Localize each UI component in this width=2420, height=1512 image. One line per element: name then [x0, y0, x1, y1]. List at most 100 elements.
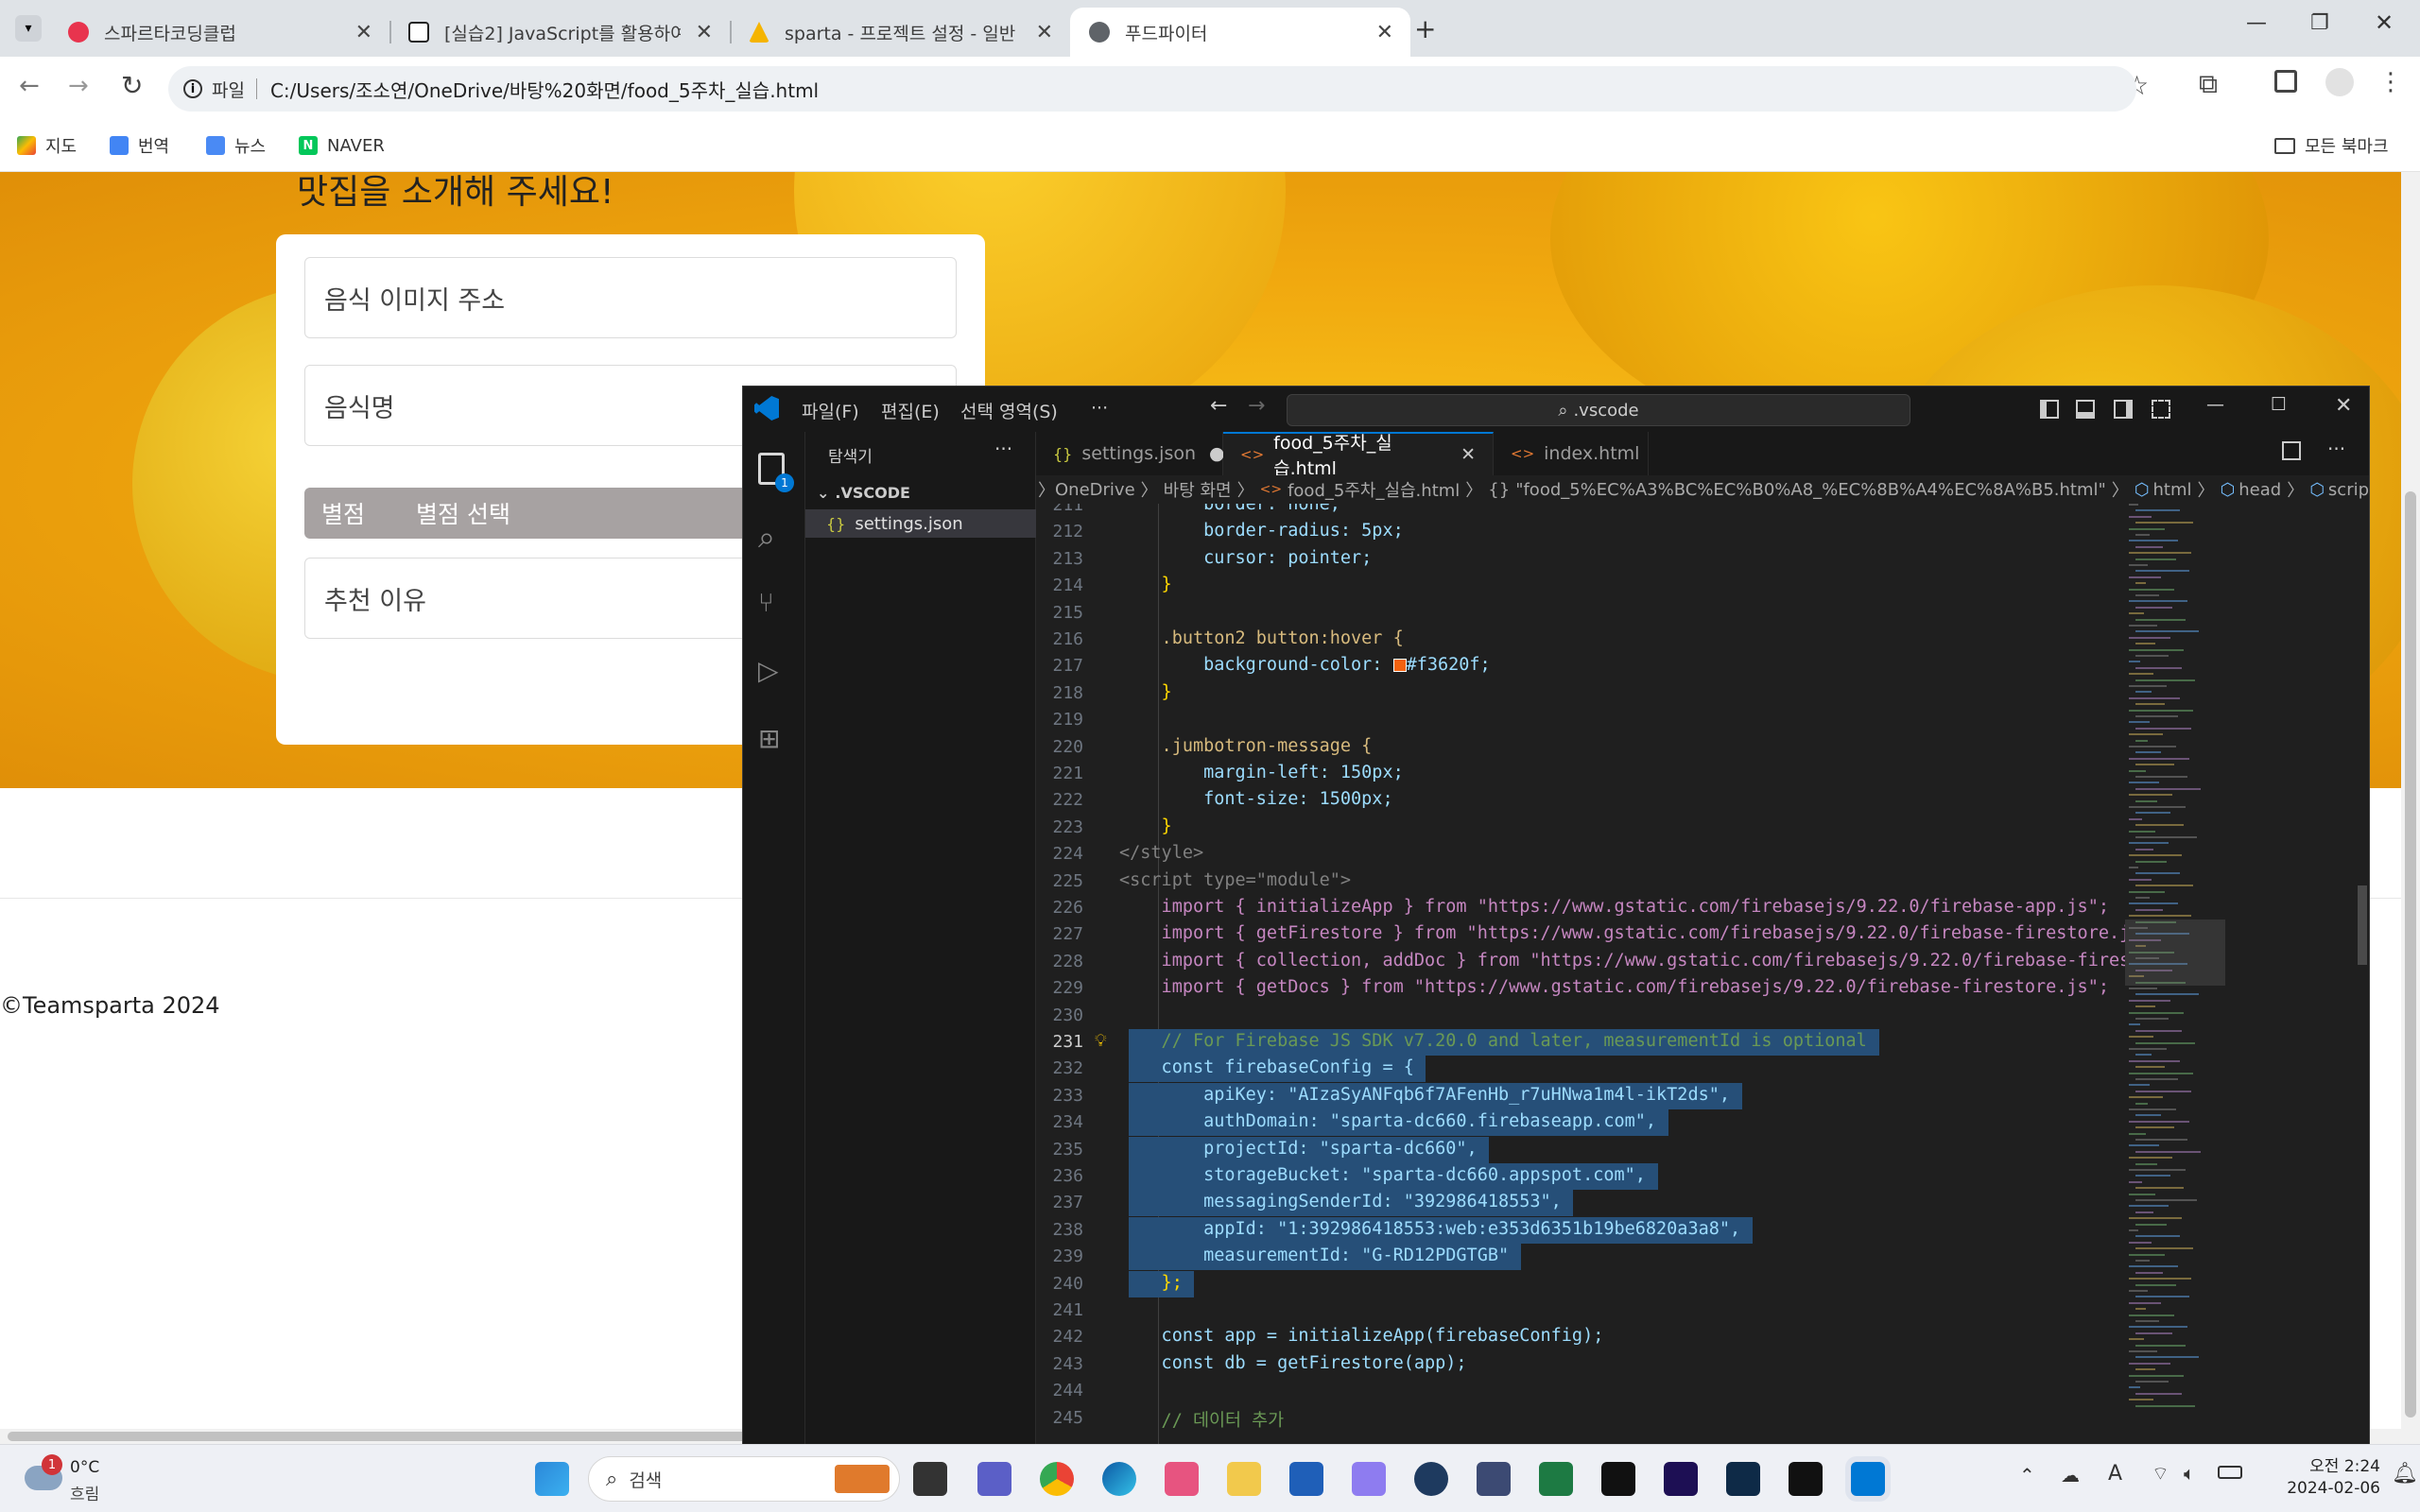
taskbar-search[interactable]: ⌕ 검색 [588, 1456, 900, 1502]
code-line[interactable]: messagingSenderId: "392986418553", [1119, 1192, 1562, 1211]
close-window-button[interactable]: ✕ [2375, 9, 2394, 36]
code-line[interactable]: authDomain: "sparta-dc660.firebaseapp.co… [1119, 1111, 1656, 1131]
app-icon[interactable] [1352, 1462, 1386, 1496]
source-control-icon[interactable]: ⑂ [758, 587, 790, 619]
restore-button[interactable]: ❐ [2310, 11, 2329, 35]
code-line[interactable]: margin-left: 150px; [1119, 763, 1404, 782]
tab-settings-json[interactable]: {} settings.json ● [1036, 432, 1225, 475]
browser-tab-4-active[interactable]: 푸드파이터 ✕ [1070, 8, 1410, 57]
code-line[interactable]: import { getDocs } from "https://www.gst… [1119, 977, 2109, 997]
breadcrumb-item[interactable]: script [2328, 480, 2369, 500]
extensions-icon[interactable]: ⊞ [758, 723, 790, 755]
breadcrumb-item[interactable]: "food_5%EC%A3%BC%EC%B0%A8_%EC%8B%A4%EC%8… [1515, 480, 2106, 500]
close-icon[interactable]: ✕ [1461, 444, 1476, 465]
code-line[interactable]: <script type="module"> [1119, 870, 1351, 890]
task-view-icon[interactable] [913, 1462, 947, 1496]
code-line[interactable]: } [1119, 682, 1172, 702]
run-debug-icon[interactable]: ▷ [758, 655, 790, 687]
nav-back-icon[interactable]: ← [1210, 394, 1227, 418]
profile-avatar[interactable] [2325, 68, 2354, 96]
minimap-viewport[interactable] [2125, 919, 2225, 986]
code-line[interactable]: const app = initializeApp(firebaseConfig… [1119, 1326, 1604, 1346]
toggle-secondary-sidebar-icon[interactable] [2114, 400, 2133, 419]
code-line[interactable]: background-color: #f3620f; [1119, 655, 1491, 675]
code-line[interactable]: import { getFirestore } from "https://ww… [1119, 923, 2141, 943]
premiere-icon[interactable] [1664, 1462, 1698, 1496]
excel-icon[interactable] [1539, 1462, 1573, 1496]
code-line[interactable]: .jumbotron-message { [1119, 736, 1373, 756]
file-explorer-icon[interactable] [1227, 1462, 1261, 1496]
breadcrumb-item[interactable]: OneDrive [1055, 480, 1135, 500]
minimize-button[interactable]: — [2246, 11, 2267, 35]
battery-icon[interactable] [2218, 1466, 2242, 1479]
code-line[interactable]: appId: "1:392986418553:web:e353d6351b19b… [1119, 1219, 1740, 1239]
info-icon[interactable]: i [183, 79, 202, 98]
code-line[interactable]: border-radius: 5px; [1119, 521, 1404, 541]
onedrive-icon[interactable]: ☁ [2061, 1464, 2080, 1486]
minimap[interactable] [2125, 504, 2225, 1445]
bookmark-translate[interactable]: 번역 [110, 119, 169, 172]
start-button[interactable] [535, 1462, 569, 1496]
split-editor-icon[interactable] [2282, 441, 2301, 460]
close-icon[interactable]: ✕ [1376, 21, 1393, 44]
editor-scroll-thumb[interactable] [2358, 885, 2367, 965]
code-line[interactable]: const firebaseConfig = { [1119, 1057, 1414, 1077]
breadcrumb-item[interactable]: food_5주차_실습.html [1288, 477, 1460, 502]
tab-index-html[interactable]: <> index.html [1494, 432, 1649, 475]
code-line[interactable]: cursor: pointer; [1119, 548, 1372, 568]
menu-file[interactable]: 파일(F) [802, 398, 859, 423]
code-line[interactable]: </style> [1119, 843, 1203, 863]
customize-layout-icon[interactable] [2152, 400, 2170, 419]
pycharm-icon[interactable] [1789, 1462, 1823, 1496]
code-line[interactable]: } [1119, 816, 1172, 836]
app-circle-icon[interactable] [1414, 1462, 1448, 1496]
code-line[interactable]: const db = getFirestore(app); [1119, 1353, 1467, 1373]
chrome-icon[interactable] [1040, 1462, 1074, 1496]
clock-date[interactable]: 2024-02-06 [2269, 1479, 2380, 1498]
bookmark-naver[interactable]: N NAVER [299, 119, 385, 172]
reload-button[interactable]: ↻ [121, 70, 143, 101]
menu-edit[interactable]: 편집(E) [881, 398, 940, 423]
vscode-maximize-button[interactable]: ☐ [2271, 394, 2287, 415]
code-line[interactable]: storageBucket: "sparta-dc660.appspot.com… [1119, 1165, 1646, 1185]
toggle-primary-sidebar-icon[interactable] [2040, 400, 2059, 419]
vscode-minimize-button[interactable]: — [2206, 394, 2224, 415]
nav-forward-icon[interactable]: → [1248, 394, 1265, 418]
vertical-scroll-thumb[interactable] [2405, 491, 2416, 1418]
code-line[interactable]: apiKey: "AIzaSyANFqb6f7AFenHb_r7uHNwa1m4… [1119, 1085, 1730, 1105]
menu-selection[interactable]: 선택 영역(S) [960, 398, 1058, 423]
code-line[interactable]: // 데이터 추가 [1119, 1407, 1285, 1432]
vscode-taskbar-icon[interactable] [1851, 1462, 1885, 1496]
browser-tab-1[interactable]: 스파르타코딩클럽 ✕ [49, 8, 391, 57]
clock-time[interactable]: 오전 2:24 [2288, 1452, 2380, 1476]
forward-button[interactable]: → [68, 72, 89, 100]
tab-search-icon[interactable]: ▾ [15, 15, 42, 42]
acrobat-icon[interactable] [1601, 1462, 1635, 1496]
copilot-app-icon[interactable] [1165, 1462, 1199, 1496]
all-bookmarks[interactable]: 모든 북마크 [2274, 119, 2389, 172]
browser-tab-2[interactable]: [실습2] JavaScript를 활용하여 ✕ [389, 8, 732, 57]
url-text[interactable]: C:/Users/조소연/OneDrive/바탕%20화면/food_5주차_실… [270, 76, 819, 103]
toggle-panel-icon[interactable] [2076, 400, 2095, 419]
code-line[interactable]: import { collection, addDoc } from "http… [1119, 951, 2141, 971]
store-icon[interactable] [1289, 1462, 1323, 1496]
tab-food-html[interactable]: <> food_5주차_실습.html ✕ [1223, 432, 1494, 479]
code-line[interactable]: font-size: 1500px; [1119, 789, 1393, 809]
food-image-url-input[interactable]: 음식 이미지 주소 [304, 257, 957, 338]
address-bar[interactable]: i 파일 C:/Users/조소연/OneDrive/바탕%20화면/food_… [168, 66, 2136, 112]
code-line[interactable]: import { initializeApp } from "https://w… [1119, 897, 2109, 917]
code-line[interactable]: // For Firebase JS SDK v7.20.0 and later… [1119, 1031, 1867, 1051]
code-line[interactable]: .button2 button:hover { [1119, 628, 1404, 648]
wifi-icon[interactable]: ⌔ [2152, 1462, 2169, 1486]
code-line[interactable]: } [1119, 575, 1172, 594]
chevron-up-icon[interactable]: ⌃ [2019, 1464, 2035, 1486]
file-settings-json[interactable]: {} settings.json [805, 509, 1036, 538]
back-button[interactable]: ← [19, 72, 40, 100]
notification-bell-icon[interactable]: 🔔︎ [2392, 1462, 2418, 1486]
more-actions-icon[interactable]: ··· [994, 438, 1012, 460]
edge-icon[interactable] [1102, 1462, 1136, 1496]
breadcrumb-item[interactable]: 바탕 화면 [1164, 477, 1232, 502]
breadcrumb-item[interactable]: html [2153, 480, 2192, 500]
close-icon[interactable]: ✕ [355, 21, 372, 44]
editor-scrollbar[interactable] [2356, 504, 2369, 1445]
